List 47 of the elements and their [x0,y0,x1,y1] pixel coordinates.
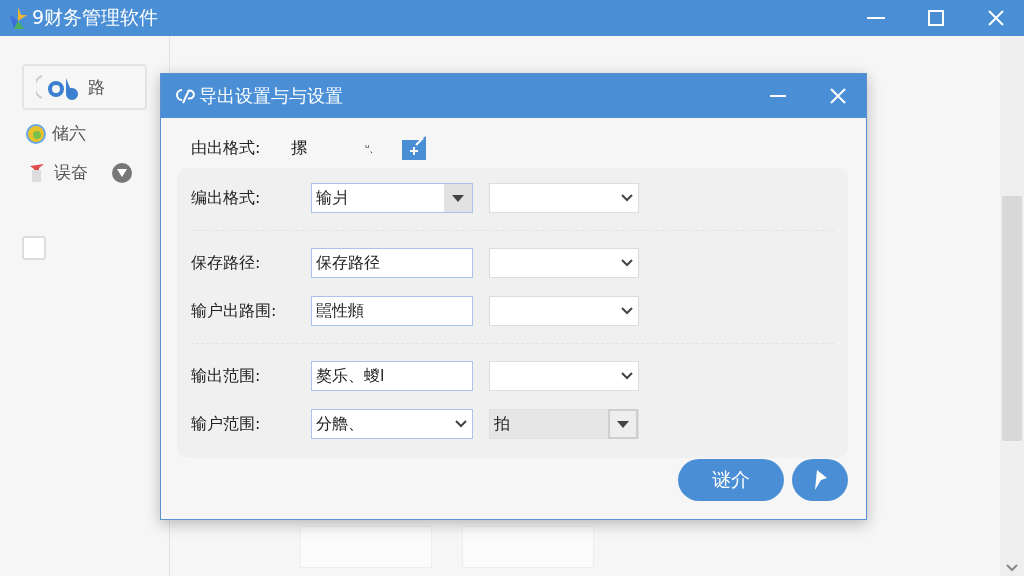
format-note: ᵘ、 [365,140,381,156]
sidebar-item[interactable]: 误奋 [22,157,147,188]
chevron-down-icon [621,194,633,202]
sidebar-label: 误奋 [54,161,88,184]
format-label: 由出格式: [191,137,262,159]
chevron-down-icon [455,420,467,428]
dialog-title: 导出设置与与设置 [199,84,344,108]
filter-icon [112,162,132,183]
chevron-down-icon [621,372,633,380]
input-field[interactable]: 保存路径 [311,248,473,278]
sidebar-label: 储六 [52,122,86,145]
checkbox[interactable] [22,236,46,260]
minimize-icon [867,17,885,19]
pointer-button[interactable] [792,459,848,501]
minimize-icon [770,95,786,97]
close-icon [988,10,1004,26]
select-field[interactable]: 分艪、 [311,409,473,439]
format-value: 摞 [291,137,307,159]
dialog-logo-icon [175,88,195,104]
field-label: 输出范围: [191,365,262,387]
coin-icon [26,123,46,144]
option-select[interactable] [489,361,639,391]
sidebar-label: 路 [88,75,105,99]
option-select[interactable] [489,296,639,326]
caret-down-icon [617,420,629,428]
option-select[interactable] [489,248,639,278]
window-title: 9财务管理软件 [32,5,160,30]
field-label: 保存路径: [191,252,262,274]
input-field[interactable]: 獒乐、蝬l [311,361,473,391]
field-label: 编出格式: [191,187,262,209]
edit-icon[interactable] [402,136,427,160]
select-field[interactable]: 输爿 [311,183,473,213]
maximize-icon [928,10,944,26]
chevron-down-icon [621,307,633,315]
input-field[interactable]: 嚚性頫 [311,296,473,326]
app-logo-icon [8,7,28,29]
sidebar-item[interactable]: 储六 [22,118,147,149]
sidebar-item[interactable]: 路 [22,64,147,110]
chevron-down-icon [1006,564,1018,572]
pointer-icon [813,470,827,490]
field-label: 输户出路围: [191,300,278,322]
option-select[interactable] [489,183,639,213]
field-label: 输户范围: [191,413,262,435]
caret-down-icon [452,194,464,202]
scrollbar[interactable] [1000,36,1024,576]
close-icon [830,88,846,104]
chevron-down-icon [621,259,633,267]
